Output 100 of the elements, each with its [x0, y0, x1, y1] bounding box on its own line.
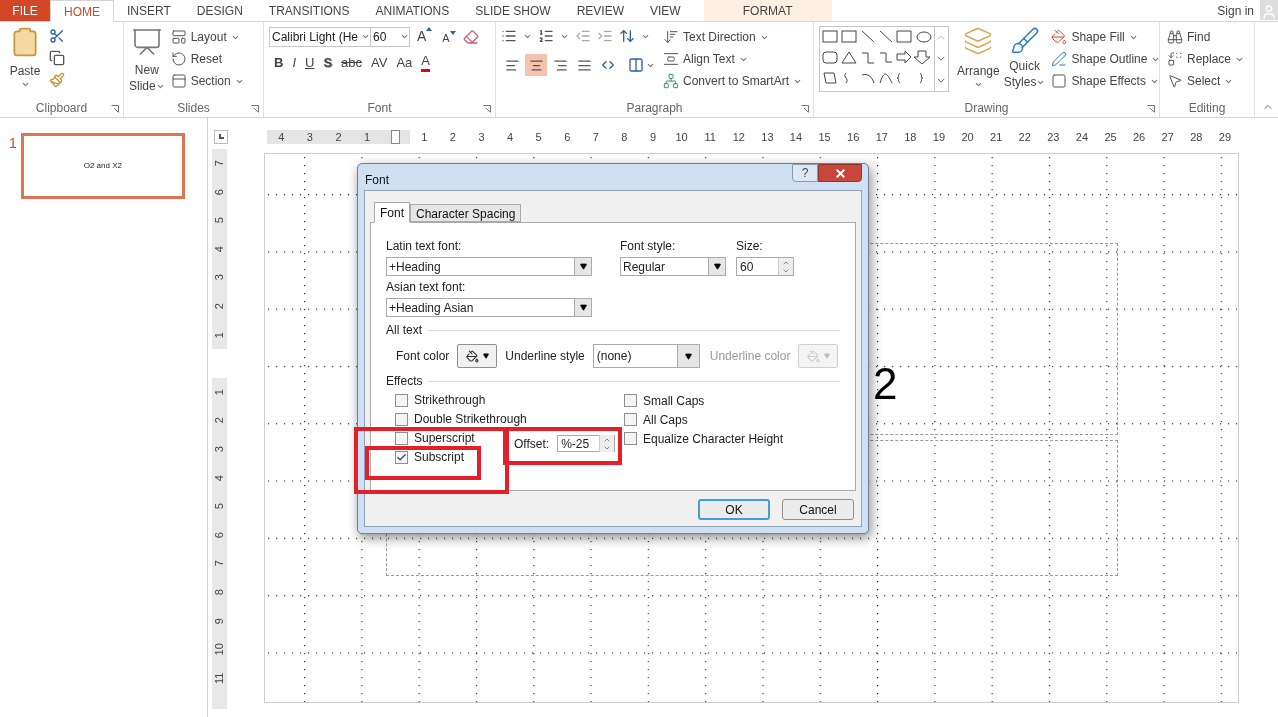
align-button[interactable]	[525, 54, 547, 76]
outdent-icon[interactable]	[575, 28, 591, 44]
ribbon-tab[interactable]: HOME	[50, 0, 114, 22]
close-button[interactable]	[818, 164, 862, 182]
dropdown-arrow-icon	[482, 353, 489, 359]
copy-icon[interactable]	[49, 50, 65, 66]
checkbox[interactable]	[395, 432, 408, 445]
paint-bucket-icon	[465, 349, 479, 363]
ribbon-command[interactable]: Select	[1165, 70, 1247, 92]
field-label: Underline style	[505, 348, 585, 365]
ribbon-command[interactable]: Shape Outline	[1049, 48, 1163, 70]
ribbon-tab[interactable]: VIEW	[636, 0, 694, 21]
latin-font-dropdown[interactable]: +Heading	[386, 257, 592, 276]
up-caret-icon	[426, 27, 433, 31]
indent-marker-icon[interactable]	[391, 129, 401, 144]
font-name-field[interactable]: Calibri Light (He	[269, 26, 371, 47]
checkbox[interactable]	[624, 413, 637, 426]
ribbon-command[interactable]: Layout	[168, 26, 246, 48]
launcher-icon[interactable]	[111, 105, 119, 113]
binoculars-icon	[1167, 29, 1183, 45]
ribbon-command[interactable]: Align Text	[661, 48, 805, 70]
ribbon-tab[interactable]: SLIDE SHOW	[462, 0, 564, 21]
indent-icon[interactable]	[597, 28, 613, 44]
eraser-icon[interactable]	[462, 28, 479, 45]
scissors-icon[interactable]	[49, 28, 65, 44]
line-spacing-icon[interactable]	[619, 28, 635, 44]
dropdown-arrow-icon	[579, 304, 587, 311]
new-slide-button[interactable]: New Slide	[129, 26, 165, 94]
align-icon	[552, 57, 568, 73]
format-button[interactable]: U	[305, 54, 315, 71]
checkbox[interactable]	[395, 394, 408, 407]
ribbon-tab[interactable]: INSERT	[114, 0, 184, 21]
columns-icon[interactable]	[628, 57, 644, 73]
checkbox[interactable]	[395, 413, 408, 426]
field-label: Latin text font:	[386, 238, 463, 255]
grow-font-button[interactable]: A	[414, 26, 436, 47]
reset-icon	[170, 51, 187, 67]
text-direction-icon	[663, 29, 679, 45]
checkbox-label: Double Strikethrough	[414, 413, 527, 426]
ribbon-command[interactable]: Text Direction	[661, 26, 805, 48]
asian-font-dropdown[interactable]: +Heading Asian	[386, 298, 592, 317]
quick-styles-button[interactable]: Quick Styles	[1003, 26, 1046, 90]
bullets-icon[interactable]	[501, 28, 517, 44]
launcher-icon[interactable]	[251, 105, 259, 113]
font-size-field[interactable]: 60	[370, 26, 410, 47]
checkbox-label: Subscript	[414, 451, 466, 464]
vertical-ruler: 7 6 5 4 3 2 1 1 2 3 4 5 6 7 8 9 10 11	[212, 149, 227, 709]
dialog-button[interactable]: Cancel	[782, 499, 854, 520]
format-painter-icon[interactable]	[49, 72, 65, 88]
checkbox-label: All Caps	[643, 411, 688, 429]
ribbon-command[interactable]: Shape Effects	[1049, 70, 1163, 92]
ribbon-tab[interactable]: ANIMATIONS	[362, 0, 463, 21]
ribbon-tab[interactable]: TRANSITIONS	[255, 0, 363, 21]
layout-icon	[170, 29, 187, 45]
format-button[interactable]: B	[274, 54, 284, 71]
format-button[interactable]: abc	[341, 54, 363, 71]
replace-icon	[1167, 51, 1183, 67]
checkbox[interactable]	[624, 394, 637, 407]
align-icon	[576, 57, 592, 73]
ribbon-command[interactable]: Section	[168, 70, 246, 92]
format-button[interactable]: A	[421, 53, 430, 72]
shrink-font-button[interactable]: A	[439, 29, 459, 47]
underline-style-dropdown[interactable]: (none)	[592, 344, 700, 368]
tab-selector-icon[interactable]	[214, 129, 228, 144]
ribbon-tab[interactable]: DESIGN	[183, 0, 256, 21]
sign-in-link[interactable]: Sign in	[1211, 0, 1260, 21]
format-button[interactable]: S	[323, 54, 333, 71]
color-picker-button[interactable]	[457, 344, 498, 368]
launcher-icon[interactable]	[1147, 105, 1155, 113]
ribbon-tab[interactable]: REVIEW	[563, 0, 637, 21]
arrange-icon	[963, 26, 994, 56]
caret-icon	[400, 32, 409, 41]
spin-buttons[interactable]	[599, 435, 615, 452]
format-button[interactable]: I	[292, 54, 296, 71]
ribbon-command[interactable]: Find	[1165, 26, 1247, 48]
format-button[interactable]: AV	[371, 54, 388, 71]
offset-field[interactable]: %-25	[557, 435, 616, 452]
dialog-tab[interactable]: Font	[374, 202, 410, 223]
launcher-icon[interactable]	[483, 105, 491, 113]
help-button[interactable]: ?	[792, 164, 818, 182]
ribbon-tab[interactable]: FORMAT	[703, 0, 832, 21]
format-button[interactable]: Aa	[396, 54, 413, 71]
font-style-dropdown[interactable]: Regular	[620, 257, 726, 276]
checkbox-label: Superscript	[414, 432, 476, 445]
checkbox[interactable]	[395, 451, 408, 464]
ribbon-tab[interactable]: FILE	[0, 0, 50, 21]
ribbon-command[interactable]: Reset	[168, 48, 246, 70]
arrange-button[interactable]: Arrange	[957, 26, 1000, 89]
size-field[interactable]: 60	[736, 257, 794, 276]
checkbox[interactable]	[624, 432, 637, 445]
launcher-icon[interactable]	[801, 105, 809, 113]
ribbon-command[interactable]: Convert to SmartArt	[661, 70, 805, 92]
numbering-icon[interactable]	[538, 28, 554, 44]
slide-thumbnail[interactable]: O2 and X2	[20, 133, 185, 199]
paste-button[interactable]: Paste	[5, 26, 45, 89]
ribbon-command[interactable]: Shape Fill	[1049, 26, 1163, 48]
dialog-tab[interactable]: Character Spacing	[410, 204, 522, 222]
spin-buttons[interactable]	[778, 258, 793, 275]
dialog-button[interactable]: OK	[698, 499, 770, 520]
ribbon-command[interactable]: Replace	[1165, 48, 1247, 70]
